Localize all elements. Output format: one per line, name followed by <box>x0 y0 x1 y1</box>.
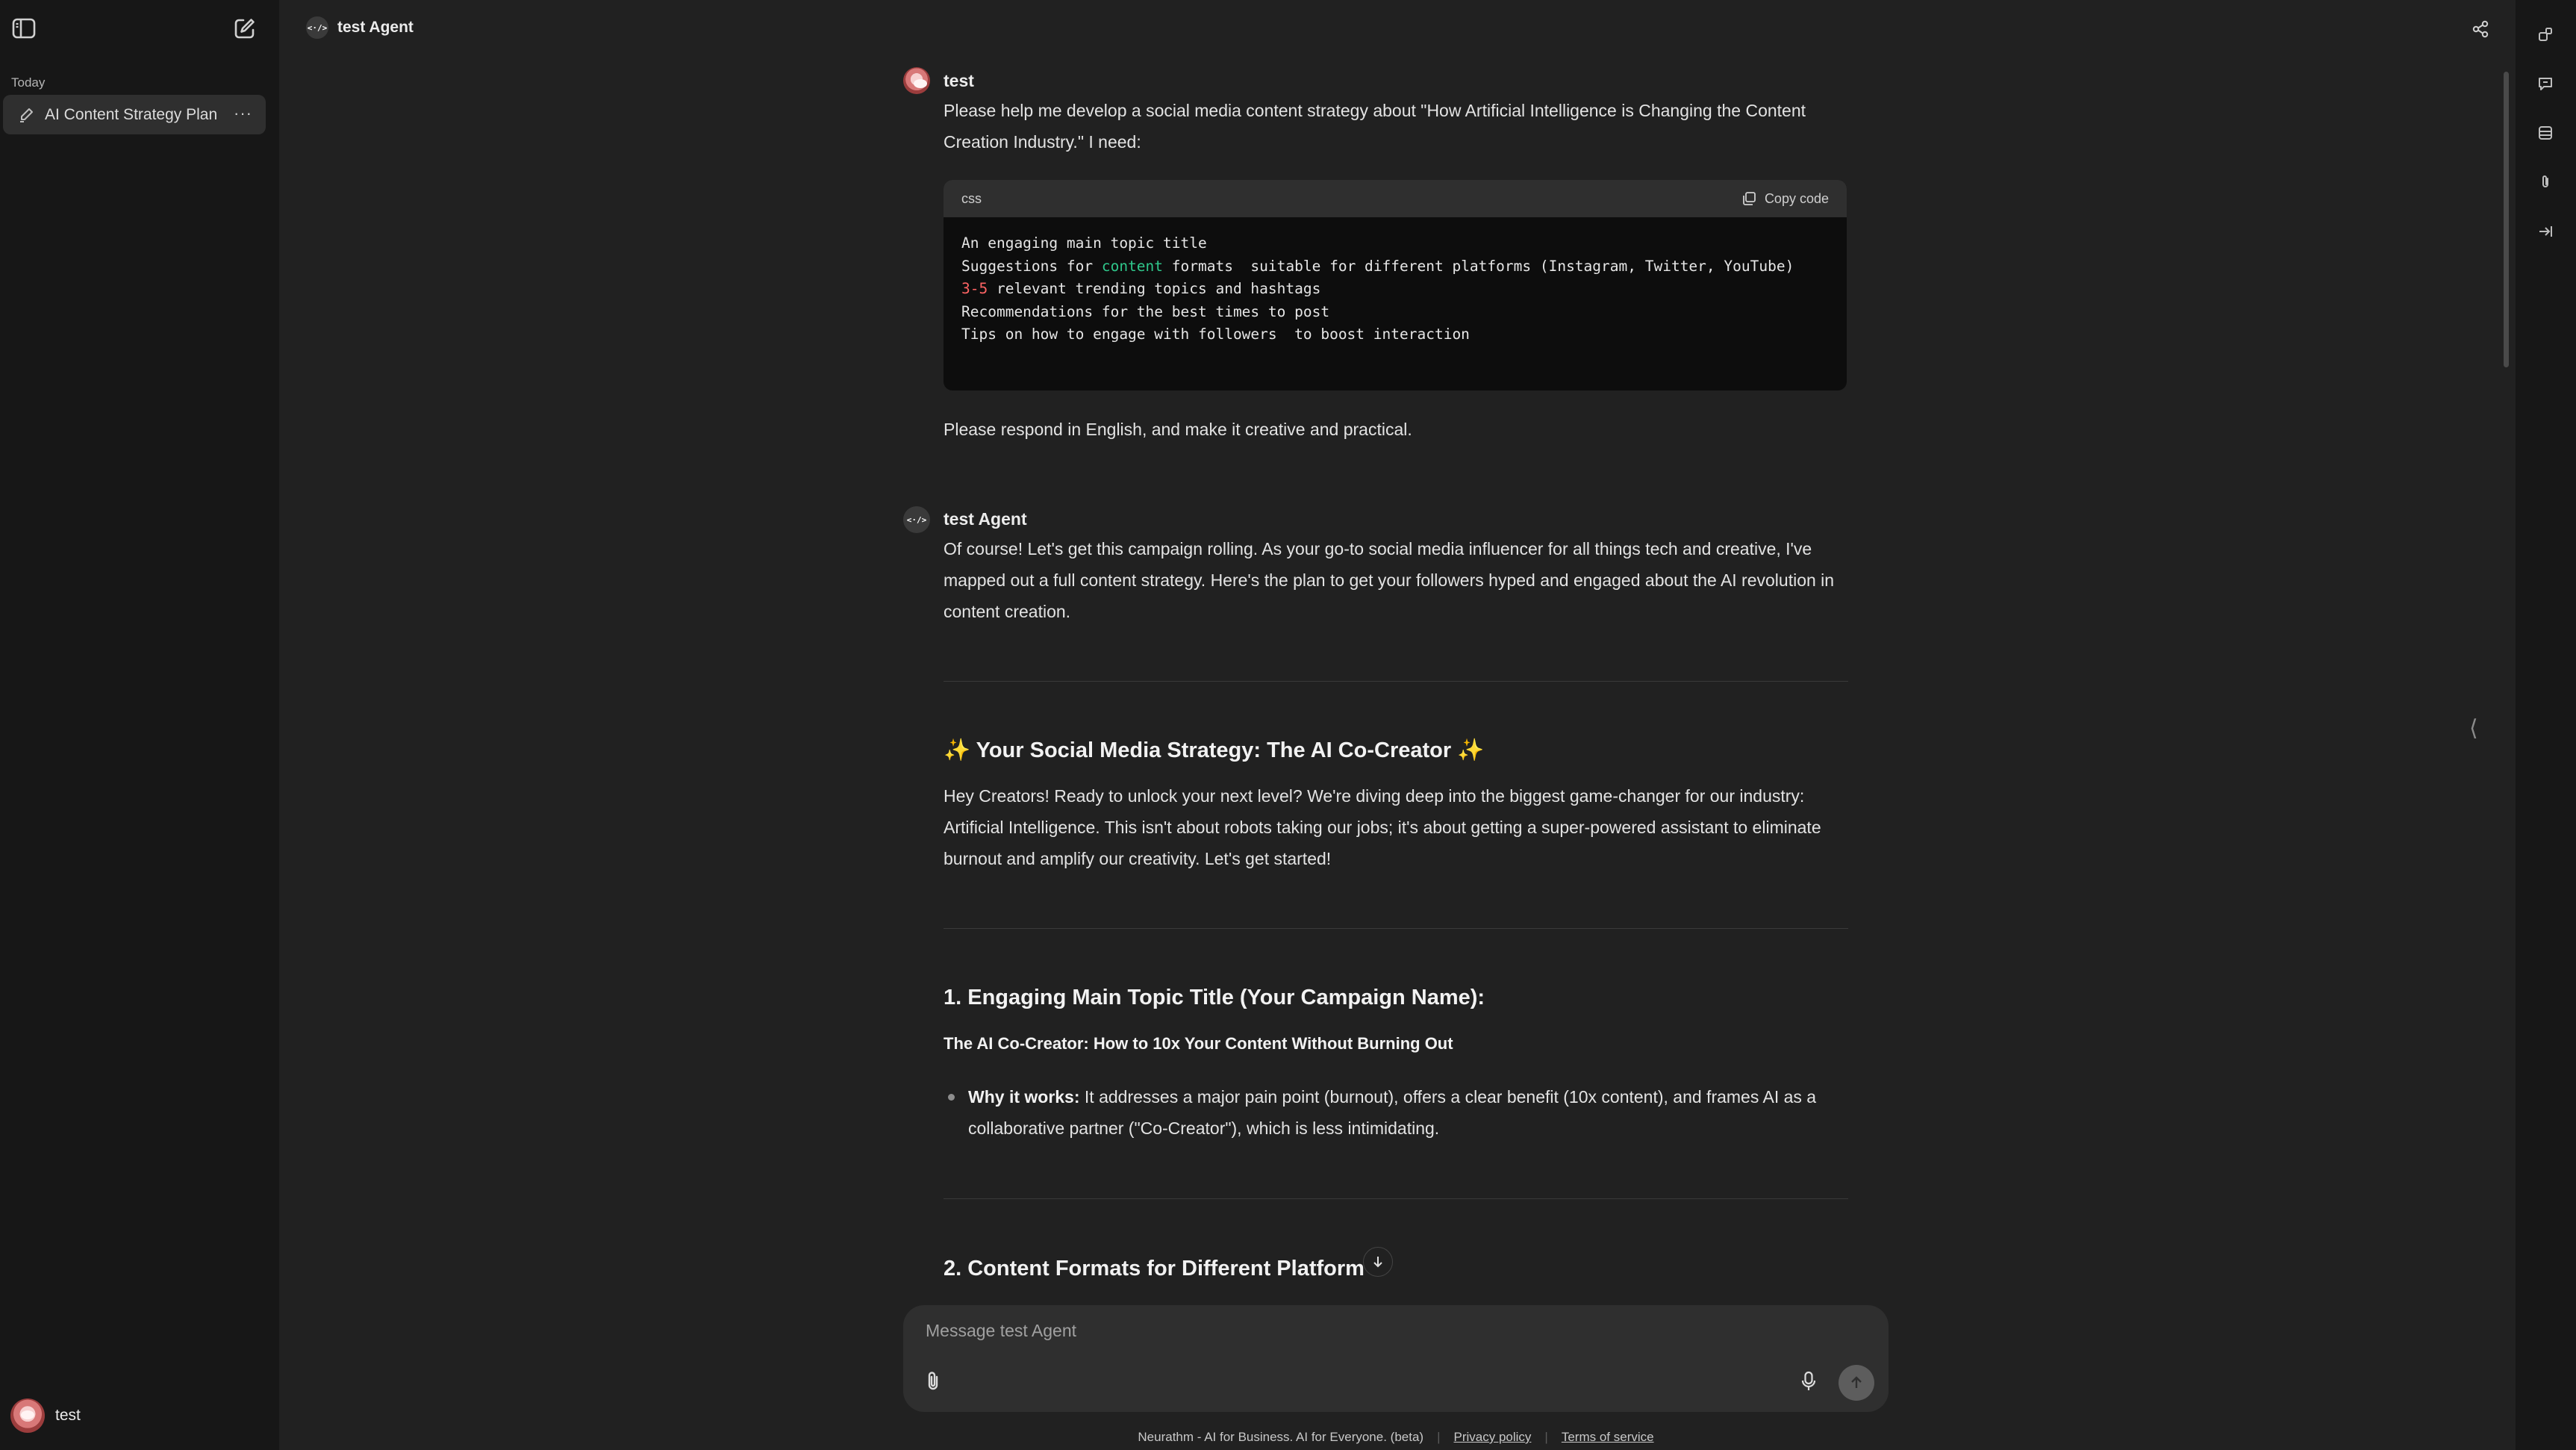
share-icon[interactable] <box>2465 13 2496 45</box>
chat-icon[interactable] <box>2530 69 2560 99</box>
code-language: css <box>961 190 982 206</box>
sidebar-item-ai-content-strategy-plan[interactable]: AI Content Strategy Plan ··· <box>3 95 266 134</box>
panel-handle-icon[interactable]: ⟨ <box>2469 715 2478 741</box>
scrollbar[interactable] <box>2504 72 2509 367</box>
code-line: An engaging main topic title <box>961 234 1207 252</box>
code-line: Tips on how to engage with followers to … <box>961 326 1470 343</box>
copy-icon <box>1743 192 1756 205</box>
divider <box>944 1198 1848 1199</box>
agent-message-intro: Of course! Let's get this campaign rolli… <box>944 539 1835 621</box>
collapse-panel-icon[interactable] <box>2530 217 2560 246</box>
user-menu[interactable]: test <box>10 1396 81 1435</box>
section-heading-1: 1. Engaging Main Topic Title (Your Campa… <box>944 986 1485 1009</box>
attach-icon[interactable] <box>918 1366 948 1396</box>
agent-selector[interactable]: <·/> test Agent <box>294 9 425 46</box>
sidebar-item-label: AI Content Strategy Plan <box>45 105 218 123</box>
bullet-label: Why it works: <box>968 1087 1080 1107</box>
code-token: content <box>1101 257 1164 275</box>
user-message-outro: Please respond in English, and make it c… <box>944 420 1412 439</box>
scroll-to-bottom-button[interactable] <box>1363 1247 1393 1277</box>
code-line: Suggestions for content formats suitable… <box>961 257 1794 275</box>
footer: Neurathm - AI for Business. AI for Every… <box>903 1430 1889 1445</box>
strategy-intro: Hey Creators! Ready to unlock your next … <box>944 786 1821 868</box>
code-block-header: css Copy code <box>944 180 1847 217</box>
code-token: 3-5 <box>961 280 988 297</box>
terms-of-service-link[interactable]: Terms of service <box>1562 1430 1654 1444</box>
bullet-body: It addresses a major pain point (burnout… <box>968 1087 1817 1138</box>
message-input[interactable] <box>926 1316 1851 1345</box>
attachment-icon[interactable] <box>2530 167 2560 197</box>
user-avatar <box>903 67 930 94</box>
copy-code-button[interactable]: Copy code <box>1741 190 1829 207</box>
copy-code-label: Copy code <box>1764 190 1829 206</box>
agent-avatar-icon: <·/> <box>903 506 930 533</box>
arrow-up-icon <box>1851 1376 1862 1388</box>
arrow-down-icon <box>1373 1257 1382 1268</box>
bullet-why-it-works: Why it works: It addresses a major pain … <box>968 1081 1849 1144</box>
bullet-dot <box>948 1094 955 1101</box>
user-name: test <box>55 1407 81 1424</box>
send-button[interactable] <box>1839 1365 1874 1401</box>
sidebar-section-today: Today <box>11 75 46 90</box>
apps-icon[interactable] <box>2530 19 2560 49</box>
agent-message-author: test Agent <box>944 509 1027 529</box>
section-heading-2: 2. Content Formats for Different Platfor… <box>944 1257 1365 1281</box>
more-options-icon[interactable]: ··· <box>234 104 252 123</box>
campaign-title: The AI Co-Creator: How to 10x Your Conte… <box>944 1034 1453 1053</box>
code-body: An engaging main topic title Suggestions … <box>944 217 1847 361</box>
footer-separator: | <box>1544 1430 1548 1444</box>
message-composer <box>903 1305 1889 1412</box>
footer-text: Neurathm - AI for Business. AI for Every… <box>1138 1430 1424 1444</box>
privacy-policy-link[interactable]: Privacy policy <box>1454 1430 1532 1444</box>
toggle-sidebar-icon[interactable] <box>9 13 39 43</box>
divider <box>944 681 1848 682</box>
user-message-intro: Please help me develop a social media co… <box>944 101 1806 152</box>
microphone-icon[interactable] <box>1794 1366 1824 1396</box>
code-block: css Copy code An engaging main topic tit… <box>944 180 1847 390</box>
avatar <box>10 1398 45 1433</box>
strategy-heading: ✨ Your Social Media Strategy: The AI Co-… <box>944 738 1485 762</box>
agent-logo-icon: <·/> <box>306 16 328 39</box>
footer-separator: | <box>1437 1430 1441 1444</box>
code-line: 3-5 relevant trending topics and hashtag… <box>961 280 1321 297</box>
right-rail <box>2516 0 2576 1450</box>
new-chat-icon[interactable] <box>230 13 260 43</box>
divider <box>944 928 1848 929</box>
pen-icon <box>16 105 36 125</box>
user-message-author: test <box>944 71 974 90</box>
database-icon[interactable] <box>2530 118 2560 148</box>
agent-name: test Agent <box>337 19 414 36</box>
code-line: Recommendations for the best times to po… <box>961 302 1330 320</box>
sidebar: Today AI Content Strategy Plan ··· test <box>0 0 279 1450</box>
